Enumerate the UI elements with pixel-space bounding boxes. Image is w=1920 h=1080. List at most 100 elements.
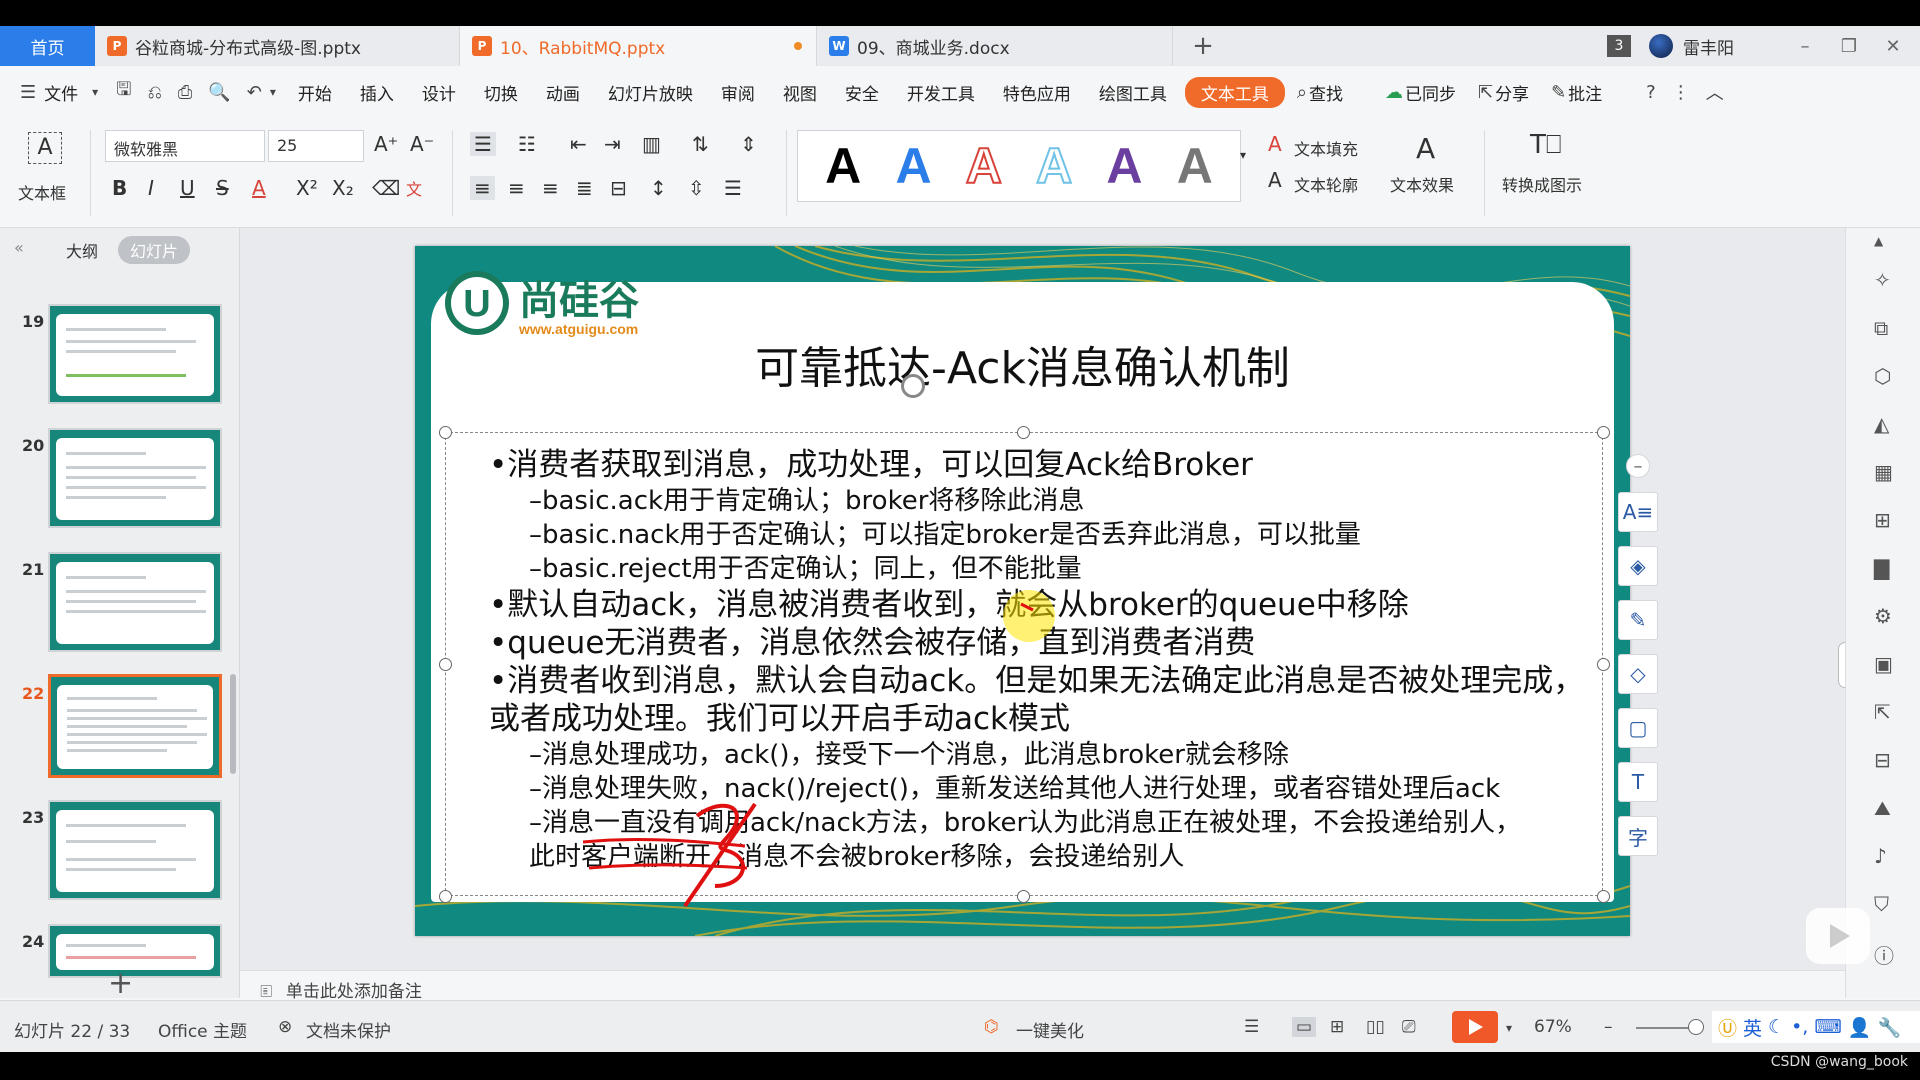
superscript-icon[interactable]: X² [296,176,318,200]
eraser-icon[interactable]: ⌫ [372,176,400,200]
moon-icon[interactable]: ☾ [1768,1016,1785,1038]
scroll-up-icon[interactable]: ▲ [1874,234,1883,248]
menu-item-features[interactable]: 特色应用 [989,80,1085,105]
text-fill-icon[interactable]: A [1268,132,1282,156]
print-preview-icon[interactable]: 🔍 [200,82,238,103]
text-style-purple[interactable]: A [1106,137,1142,195]
decrease-font-icon[interactable]: A⁻ [410,132,434,156]
notes-toggle-icon[interactable]: ☰ [1244,1017,1259,1037]
zoom-out-icon[interactable]: – [1604,1017,1613,1037]
search-icon[interactable]: ⌕ [1289,82,1309,103]
zoom-slider-thumb[interactable] [1688,1019,1704,1035]
text-style-lightblue-outline[interactable]: A [1035,137,1073,195]
font-size-select[interactable]: 25 [268,130,364,162]
one-click-beautify-button[interactable]: 一键美化 [1016,1017,1084,1042]
theme-name[interactable]: Office 主题 [158,1017,247,1042]
text-effect-button[interactable]: 文本效果 [1390,172,1454,196]
new-tab-button[interactable]: + [1173,26,1233,66]
font-name-select[interactable]: 微软雅黑 [105,130,265,162]
align-center-icon[interactable]: ≡ [508,176,525,200]
collapse-panel-icon[interactable]: « [2,236,36,259]
shape-icon[interactable]: ⬡ [1874,364,1891,388]
bullets-icon[interactable]: ☰ [470,132,496,156]
tab-doc-3[interactable]: W 09、商城业务.docx [817,26,1173,66]
strikethrough-icon[interactable]: S [216,176,229,200]
shield-icon[interactable]: ⛉ [1874,892,1889,916]
add-slide-button[interactable]: + [108,966,133,1001]
layers-icon[interactable]: ◈ [1618,546,1658,586]
text-fill-button[interactable]: 文本填充 [1294,136,1358,160]
reading-view-icon[interactable]: ▯▯ [1366,1017,1385,1037]
underline-icon[interactable]: U [180,176,195,200]
slide-thumbnail[interactable] [48,924,222,978]
text-style-black[interactable]: A [825,137,861,195]
justify-icon[interactable]: ≣ [576,176,593,200]
ime-language[interactable]: 英 [1743,1014,1762,1041]
normal-view-icon[interactable]: ▭ [1292,1017,1317,1037]
ime-logo-icon[interactable]: Ⓤ [1718,1014,1737,1041]
notes-placeholder[interactable]: 单击此处添加备注 [286,982,422,1002]
archive-icon[interactable]: ⊟ [1874,748,1891,772]
distribute-icon[interactable]: ⊟ [610,176,627,200]
text-style-gallery[interactable]: A A A A A A [797,130,1241,202]
ime-toolbar[interactable]: Ⓤ 英 ☾ •, ⌨ 👤 🔧 [1712,1011,1920,1043]
format-painter-icon[interactable]: ⎌ [140,82,170,103]
chevron-down-icon[interactable]: ▾ [92,85,108,99]
textbox-button[interactable]: 文本框 [18,180,66,204]
frame-icon[interactable]: ▢ [1618,708,1658,748]
restore-icon[interactable]: ❐ [1836,36,1862,57]
panel-scrollbar[interactable] [230,674,236,774]
export-icon[interactable]: ⇱ [1874,700,1891,724]
slide-sorter-icon[interactable]: ⊞ [1330,1017,1344,1037]
tab-outline[interactable]: 大纲 [54,236,110,264]
window-count-badge[interactable]: 3 [1607,35,1631,57]
punctuation-icon[interactable]: •, [1791,1016,1808,1038]
slide-thumbnail[interactable] [48,800,222,900]
keyboard-icon[interactable]: ⌨ [1814,1016,1841,1038]
text-style-gray[interactable]: A [1177,137,1213,195]
table-icon[interactable]: ▦ [1874,460,1893,484]
convert-smartart-icon[interactable]: T⎕ [1530,130,1561,161]
share-button[interactable]: 分享 [1495,80,1543,105]
zoom-slider[interactable] [1636,1027,1696,1029]
menu-item-insert[interactable]: 插入 [346,80,408,105]
wrench-icon[interactable]: 🔧 [1877,1016,1901,1039]
hamburger-icon[interactable]: ☰ [0,82,44,103]
presenter-icon[interactable]: ⎚ [1402,1017,1416,1037]
menu-item-design[interactable]: 设计 [408,80,470,105]
italic-icon[interactable]: I [148,176,154,200]
magic-icon[interactable]: ✧ [1874,268,1891,292]
text-style-red-outline[interactable]: A [965,137,1003,195]
text-box-icon[interactable]: T [1618,762,1658,802]
tab-doc-2[interactable]: P 10、RabbitMQ.pptx [460,26,817,66]
search-button[interactable]: 查找 [1309,80,1357,105]
menu-item-slideshow[interactable]: 幻灯片放映 [594,80,707,105]
menu-item-security[interactable]: 安全 [831,80,893,105]
text-format-icon[interactable]: A≡ [1618,492,1658,532]
image-icon[interactable]: ▣ [1874,652,1893,676]
subscript-icon[interactable]: X₂ [332,176,354,200]
undo-icon[interactable]: ↶ [239,82,270,103]
paragraph-spacing-icon[interactable]: ⇳ [688,176,705,200]
menu-item-text-tools[interactable]: 文本工具 [1184,76,1285,108]
copy-icon[interactable]: ⧉ [1874,316,1888,340]
decrease-indent-icon[interactable]: ⇤ [570,132,587,156]
phonetic-icon[interactable]: 文 [406,176,422,200]
slide-thumbnail[interactable] [48,304,222,404]
slide-thumbnail[interactable] [48,552,222,652]
chart-icon[interactable]: ▇ [1874,556,1889,580]
menu-file[interactable]: 文件 [44,80,92,105]
tab-slides[interactable]: 幻灯片 [118,236,191,264]
beautify-icon[interactable]: ⌬ [984,1017,999,1037]
slide-thumbnail[interactable] [48,428,222,528]
text-outline-icon[interactable]: A [1268,168,1282,192]
minimize-icon[interactable]: – [1792,36,1818,57]
textbox-icon[interactable]: A [28,132,62,164]
help-circle-icon[interactable]: ⓘ [1874,940,1894,969]
play-dropdown-icon[interactable]: ▾ [1506,1021,1512,1035]
more-icon[interactable]: ⋮ [1664,82,1698,103]
comment-button[interactable]: 批注 [1568,80,1616,105]
increase-font-icon[interactable]: A⁺ [374,132,398,156]
help-icon[interactable]: ? [1638,82,1664,103]
grid-icon[interactable]: ⊞ [1874,508,1891,532]
